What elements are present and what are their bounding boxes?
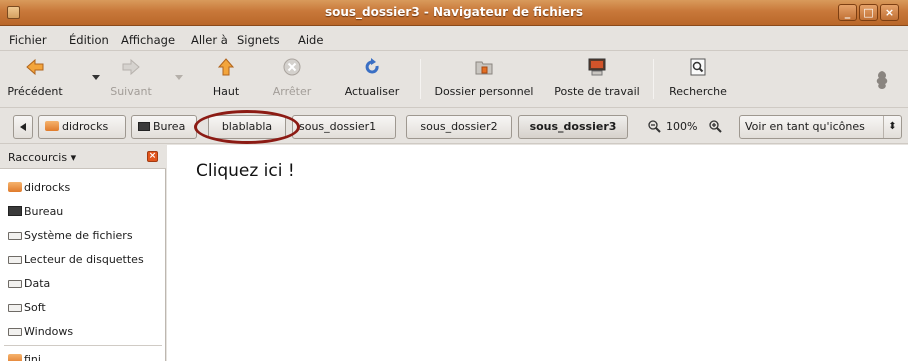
path-button-sous-dossier2[interactable]: sous_dossier2	[406, 115, 512, 139]
menu-fichier[interactable]: Fichier	[9, 33, 47, 47]
search-label: Recherche	[669, 85, 727, 98]
path-button-sous-dossier1[interactable]: sous_dossier1	[292, 115, 396, 139]
sidebar-item-label: Data	[24, 277, 51, 290]
computer-icon	[588, 58, 606, 76]
sidebar-item-label: Bureau	[24, 205, 64, 218]
menu-signets[interactable]: Signets	[237, 33, 280, 47]
sidebar-item-data[interactable]: Data	[8, 274, 50, 294]
home-folder-icon	[45, 121, 59, 131]
drive-icon	[8, 328, 22, 336]
toolbar-separator	[653, 59, 654, 99]
window-title: sous_dossier3 - Navigateur de fichiers	[324, 5, 584, 19]
stop-icon	[283, 58, 301, 76]
sidebar-item-label: fini	[24, 353, 41, 361]
home-button[interactable]: Dossier personnel	[428, 53, 540, 103]
sidebar-item-label: Lecteur de disquettes	[24, 253, 144, 266]
reload-icon	[365, 58, 379, 74]
close-button[interactable]: ×	[880, 4, 899, 21]
reload-label: Actualiser	[344, 85, 400, 98]
sidebar-title: Raccourcis	[8, 151, 68, 164]
toolbar: Précédent Suivant Haut Arrêter Actualise…	[0, 50, 908, 108]
search-icon	[690, 58, 706, 76]
search-button[interactable]: Recherche	[664, 53, 732, 103]
arrow-left-icon	[26, 58, 44, 76]
updown-chevron-icon: ⬍	[883, 116, 901, 138]
sidebar-item-label: Windows	[24, 325, 74, 338]
sidebar-item-systeme-de-fichiers[interactable]: Système de fichiers	[8, 226, 133, 246]
arrow-up-icon	[217, 58, 235, 76]
sidebar-item-windows[interactable]: Windows	[8, 322, 73, 342]
view-mode-value: Voir en tant qu'icônes	[745, 120, 865, 133]
path-button-blablabla[interactable]: blablabla	[208, 115, 286, 139]
floppy-drive-icon	[8, 256, 22, 264]
title-bar[interactable]: sous_dossier3 - Navigateur de fichiers _…	[0, 0, 908, 26]
path-button-home[interactable]: didrocks	[38, 115, 126, 139]
zoom-level: 100%	[666, 120, 698, 133]
sidebar-item-label: Soft	[24, 301, 46, 314]
minimize-button[interactable]: _	[838, 4, 857, 21]
forward-label: Suivant	[110, 85, 152, 98]
computer-button[interactable]: Poste de travail	[548, 53, 646, 103]
sidebar-item-soft[interactable]: Soft	[8, 298, 46, 318]
forward-button[interactable]: Suivant	[100, 53, 162, 103]
stop-label: Arrêter	[272, 85, 312, 98]
location-bar: didrocks Burea blablabla sous_dossier1 s…	[0, 110, 908, 144]
menu-affichage[interactable]: Affichage	[121, 33, 175, 47]
menu-aller-a[interactable]: Aller à	[191, 33, 228, 47]
close-icon[interactable]: ×	[147, 151, 158, 162]
reload-button[interactable]: Actualiser	[338, 53, 406, 103]
path-label: Burea	[153, 120, 186, 133]
up-label: Haut	[212, 85, 240, 98]
drive-icon	[8, 304, 22, 312]
drive-icon	[8, 280, 22, 288]
sidebar-item-lecteur-de-disquettes[interactable]: Lecteur de disquettes	[8, 250, 144, 270]
throbber-icon	[876, 71, 888, 89]
drive-icon	[8, 232, 22, 240]
path-button-desktop[interactable]: Burea	[131, 115, 197, 139]
computer-label: Poste de travail	[554, 85, 640, 98]
click-here-text: Cliquez ici !	[196, 161, 295, 181]
sidebar-divider	[4, 345, 162, 346]
chevron-left-icon	[20, 123, 26, 131]
menu-edition[interactable]: Édition	[69, 33, 109, 47]
back-label: Précédent	[7, 85, 63, 98]
path-label: blablabla	[221, 120, 273, 133]
view-mode-select[interactable]: Voir en tant qu'icônes ⬍	[739, 115, 902, 139]
path-label: sous_dossier1	[299, 120, 377, 133]
home-folder-icon	[475, 61, 493, 75]
sidebar-item-label: Système de fichiers	[24, 229, 133, 242]
stop-button[interactable]: Arrêter	[262, 53, 322, 103]
home-folder-icon	[8, 182, 22, 192]
sidebar-item-didrocks[interactable]: didrocks	[8, 178, 70, 198]
chevron-down-icon: ▾	[70, 151, 77, 164]
arrow-right-icon	[122, 58, 140, 76]
zoom-out-icon[interactable]	[648, 120, 661, 133]
folder-icon	[8, 354, 22, 361]
sidebar-header: Raccourcis ▾ ×	[0, 145, 166, 169]
desktop-icon	[138, 122, 150, 131]
maximize-button[interactable]: □	[859, 4, 878, 21]
sidebar-item-label: didrocks	[24, 181, 71, 194]
toolbar-separator	[420, 59, 421, 99]
desktop-icon	[8, 206, 22, 216]
file-view[interactable]: Cliquez ici !	[167, 145, 908, 361]
zoom-in-icon[interactable]	[709, 120, 722, 133]
back-button[interactable]: Précédent	[4, 53, 66, 103]
sidebar-item-bureau[interactable]: Bureau	[8, 202, 63, 222]
sidebar: Raccourcis ▾ × didrocks Bureau Système d…	[0, 145, 166, 361]
menu-bar: Fichier Édition Affichage Aller à Signet…	[0, 27, 908, 49]
up-button[interactable]: Haut	[200, 53, 252, 103]
back-history-chevron-icon[interactable]	[92, 75, 100, 81]
sidebar-item-fini[interactable]: fini	[8, 350, 41, 361]
menu-aide[interactable]: Aide	[298, 33, 323, 47]
forward-history-chevron-icon[interactable]	[175, 75, 183, 81]
path-label: sous_dossier2	[420, 120, 498, 133]
home-label: Dossier personnel	[434, 85, 534, 98]
path-scroll-left-button[interactable]	[13, 115, 33, 139]
path-label: sous_dossier3	[529, 120, 617, 133]
sidebar-type-selector[interactable]: Raccourcis ▾	[8, 151, 76, 164]
path-label: didrocks	[62, 120, 109, 133]
path-button-sous-dossier3[interactable]: sous_dossier3	[518, 115, 628, 139]
